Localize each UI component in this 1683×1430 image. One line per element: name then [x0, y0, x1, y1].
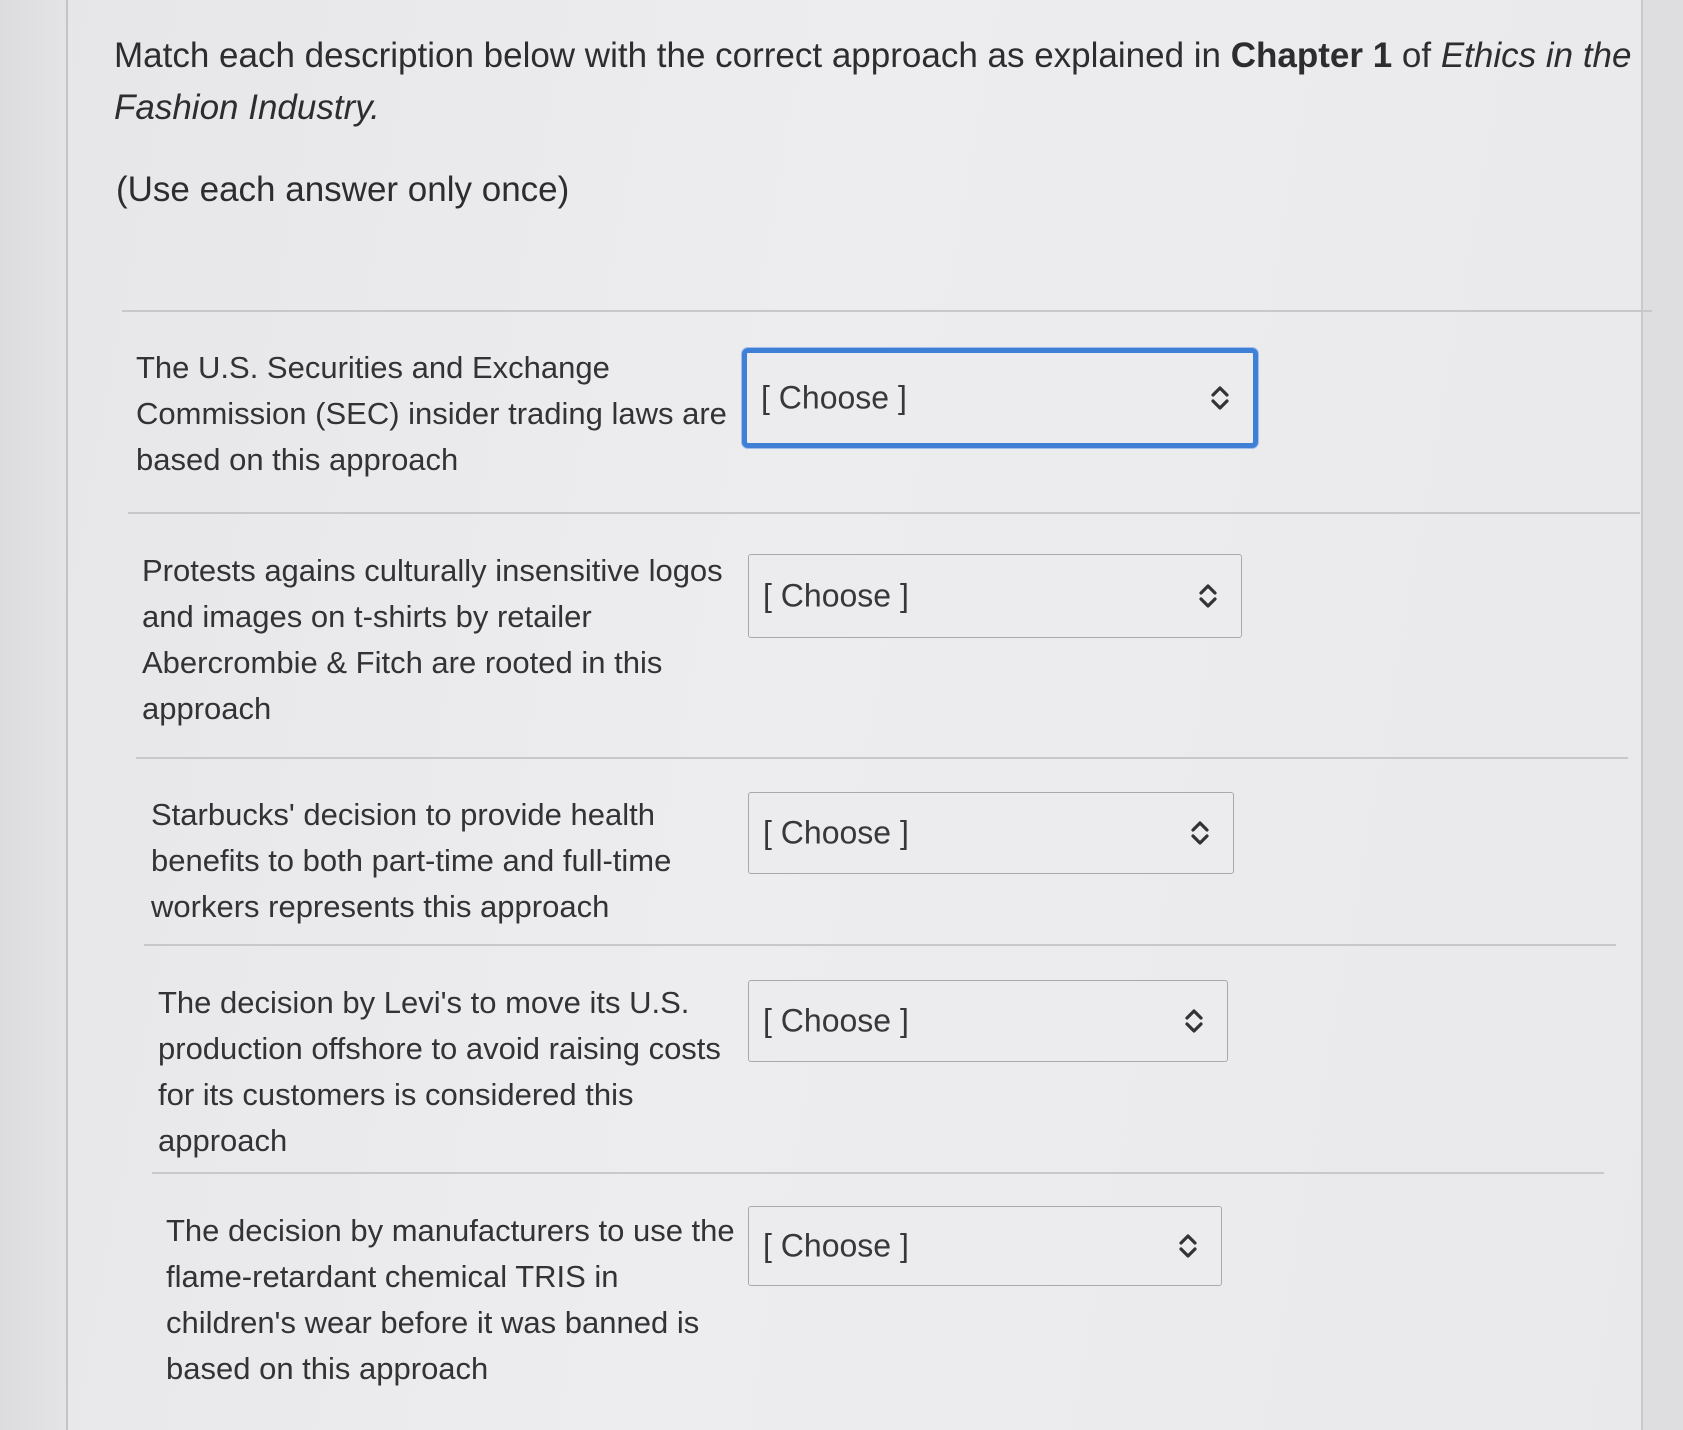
question-1-text: The U.S. Securities and Exchange Commiss…	[136, 350, 727, 477]
question-2-text: Protests agains culturally insensitive l…	[142, 553, 723, 726]
select-5-value: [ Choose ]	[763, 1227, 909, 1264]
select-2-value: [ Choose ]	[763, 577, 909, 614]
chevron-up-down-icon	[1211, 386, 1229, 410]
chevron-up-down-icon	[1185, 1009, 1203, 1033]
chevron-up-down-icon	[1199, 584, 1217, 608]
prompt-of: of	[1392, 36, 1441, 75]
quiz-page: Match each description below with the co…	[0, 0, 1683, 1430]
select-3-value: [ Choose ]	[763, 814, 909, 851]
instruction-text: (Use each answer only once)	[116, 170, 570, 209]
answer-select-3[interactable]: [ Choose ]	[748, 792, 1234, 874]
question-3-text: Starbucks' decision to provide health be…	[151, 797, 672, 924]
divider	[122, 310, 1652, 312]
answer-select-2[interactable]: [ Choose ]	[748, 554, 1242, 638]
answer-select-5[interactable]: [ Choose ]	[748, 1206, 1222, 1286]
prompt-chapter: Chapter 1	[1230, 36, 1393, 75]
answer-select-4[interactable]: [ Choose ]	[748, 980, 1228, 1062]
divider	[152, 1172, 1604, 1174]
answer-select-1[interactable]: [ Choose ]	[742, 348, 1258, 448]
select-4-value: [ Choose ]	[763, 1002, 909, 1039]
chevron-up-down-icon	[1191, 821, 1209, 845]
chevron-up-down-icon	[1179, 1234, 1197, 1258]
divider	[128, 512, 1640, 514]
prompt-text: Match each description below with the co…	[114, 36, 1231, 75]
question-4-text: The decision by Levi's to move its U.S. …	[158, 985, 721, 1158]
left-border	[0, 0, 68, 1430]
question-5-text: The decision by manufacturers to use the…	[166, 1213, 735, 1386]
select-1-value: [ Choose ]	[761, 379, 907, 416]
question-prompt: Match each description below with the co…	[114, 30, 1634, 134]
divider	[136, 757, 1628, 759]
right-border	[1641, 0, 1683, 1430]
divider	[144, 944, 1616, 946]
